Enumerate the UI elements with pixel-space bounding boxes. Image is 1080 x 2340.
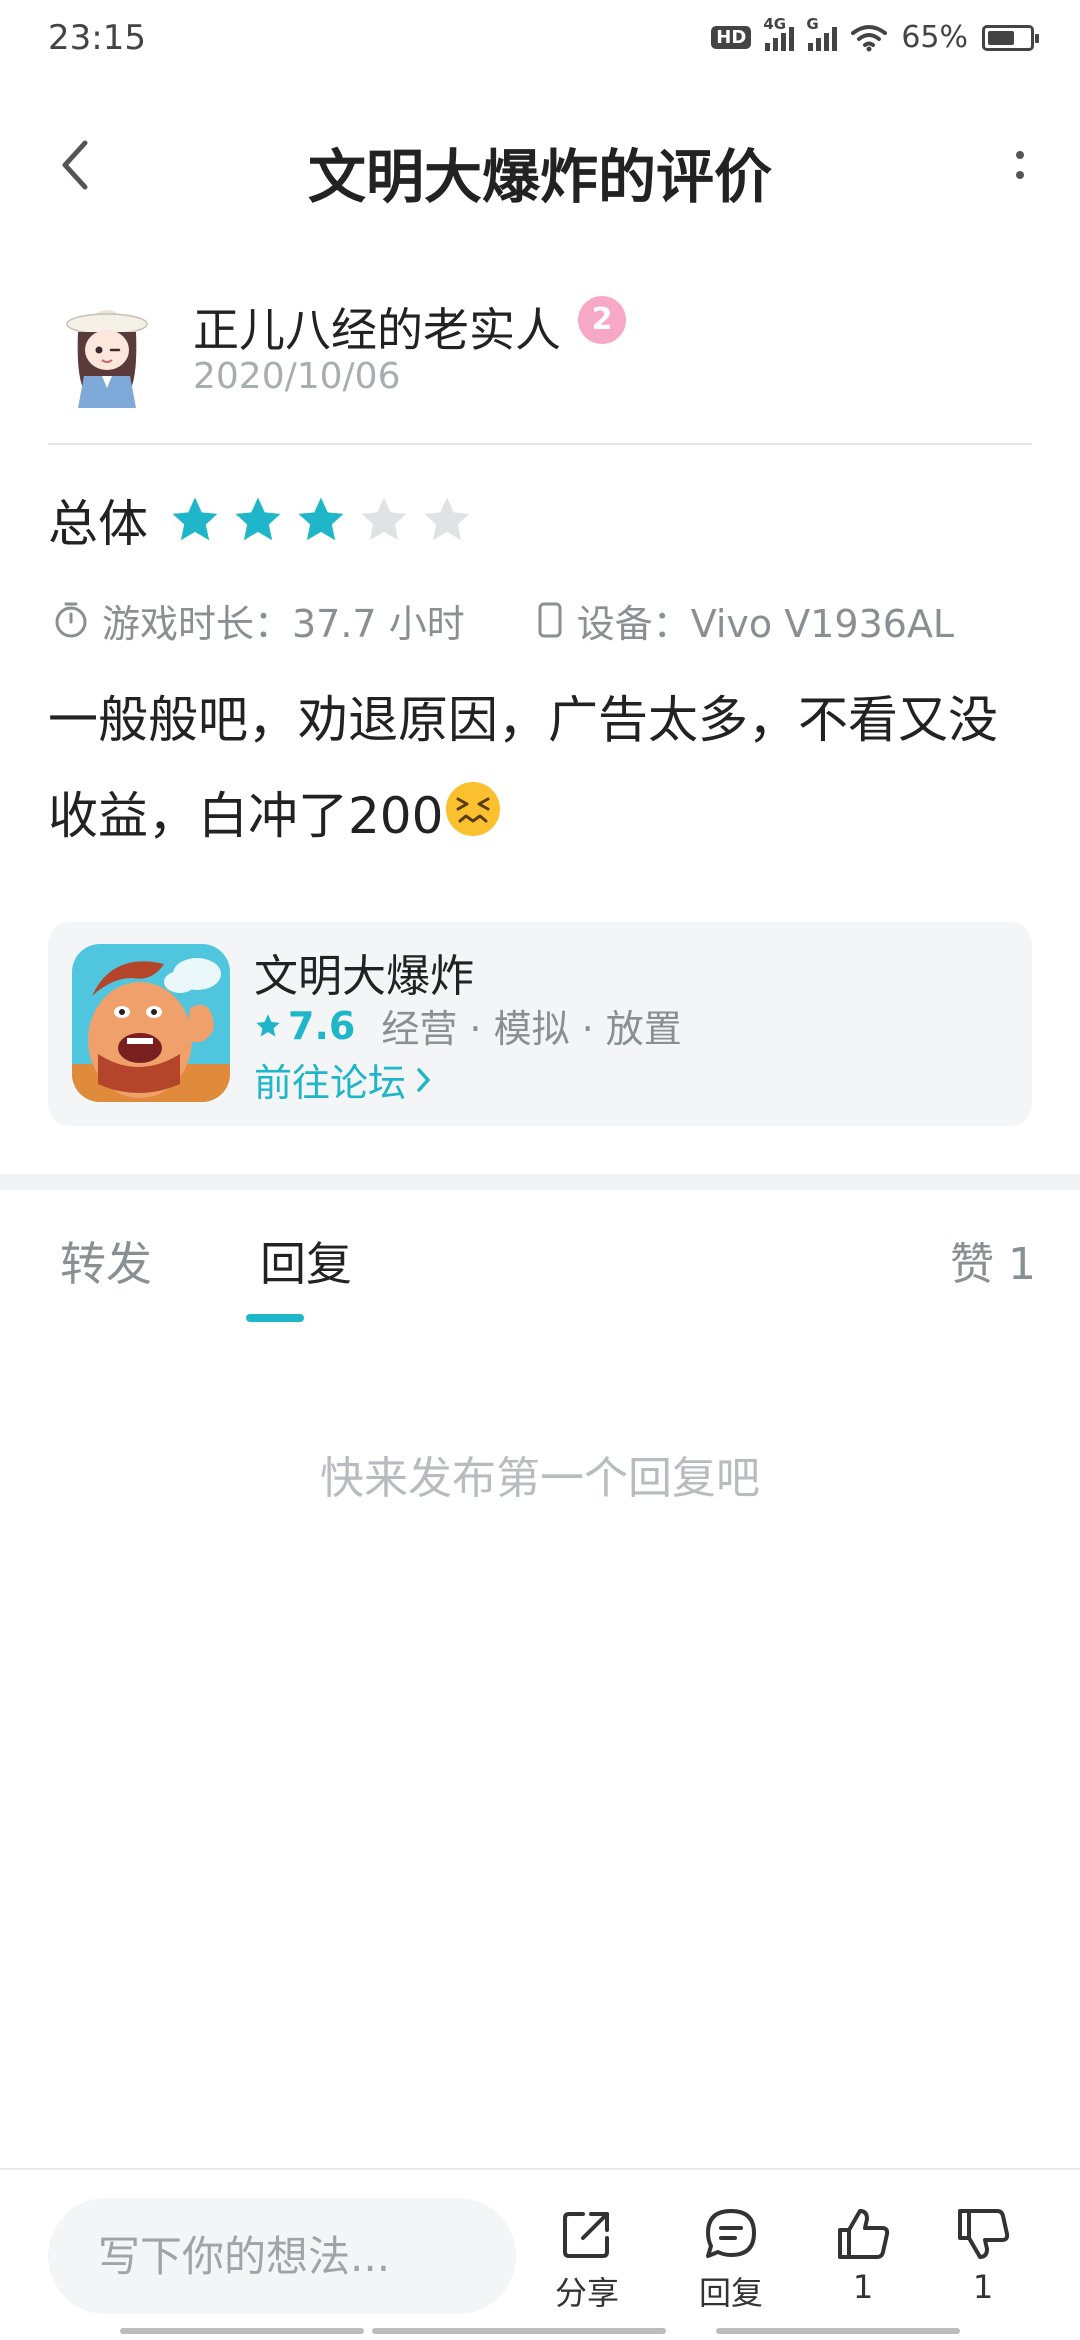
- phone-icon: [538, 602, 562, 638]
- game-card[interactable]: 文明大爆炸 7.6 经营 · 模拟 · 放置 前往论坛: [48, 922, 1032, 1126]
- back-button[interactable]: [40, 130, 110, 200]
- rating-row: 总体: [48, 485, 483, 555]
- game-name[interactable]: 文明大爆炸: [254, 940, 474, 1004]
- author-name[interactable]: 正儿八经的老实人: [193, 294, 561, 360]
- more-dot-icon: [1016, 151, 1024, 159]
- reply-button[interactable]: 回复: [676, 2206, 786, 2314]
- playtime-text: 游戏时长：37.7 小时: [102, 601, 465, 646]
- game-tags: 经营 · 模拟 · 放置: [381, 1007, 682, 1051]
- battery-percent: 65%: [901, 20, 968, 55]
- like-count: 1: [852, 2268, 874, 2306]
- wincing-face-icon: [446, 782, 501, 836]
- playtime-info: 游戏时长：37.7 小时: [54, 593, 465, 648]
- reply-label: 回复: [698, 2274, 763, 2312]
- game-score: 7.6: [288, 1003, 356, 1048]
- reply-tabs: 转发 回复 赞 1: [0, 1190, 1080, 1330]
- chevron-left-icon: [62, 140, 88, 190]
- more-dot-icon: [1016, 171, 1024, 179]
- share-icon: [563, 2212, 609, 2258]
- tab-likes[interactable]: 赞 1: [950, 1228, 1036, 1292]
- device-text: 设备：Vivo V1936AL: [576, 601, 955, 646]
- stopwatch-icon: [55, 602, 87, 638]
- review-author: 正儿八经的老实人 2 2020/10/06: [48, 290, 1038, 420]
- forum-link-label: 前往论坛: [254, 1061, 407, 1105]
- empty-replies-message: 快来发布第一个回复吧: [320, 1453, 760, 1504]
- review-body: 一般般吧，劝退原因，广告太多，不看又没收益，白冲了200: [48, 691, 998, 845]
- post-date: 2020/10/06: [193, 356, 401, 397]
- gesture-bar: [716, 2328, 960, 2334]
- device-info: 设备：Vivo V1936AL: [537, 593, 954, 648]
- bottom-action-bar: 分享 回复 1 1: [0, 2168, 1080, 2340]
- share-label: 分享: [554, 2274, 619, 2312]
- thumbs-down-icon: [958, 2209, 1010, 2259]
- gesture-bar: [372, 2328, 666, 2334]
- wifi-icon: [851, 24, 888, 51]
- avatar[interactable]: [62, 290, 152, 410]
- star-icon: [235, 497, 281, 541]
- game-icon[interactable]: [72, 944, 230, 1102]
- star-icon: [361, 497, 407, 541]
- signal-g-icon: G: [806, 15, 838, 51]
- forum-link[interactable]: 前往论坛: [254, 1052, 432, 1107]
- tab-repost[interactable]: 转发: [60, 1228, 152, 1294]
- level-badge: 2: [578, 296, 626, 344]
- review-text: 一般般吧，劝退原因，广告太多，不看又没收益，白冲了200: [48, 672, 1038, 864]
- tab-reply[interactable]: 回复: [260, 1228, 352, 1294]
- game-meta: 7.6 经营 · 模拟 · 放置: [254, 998, 682, 1053]
- dislike-button[interactable]: 1: [928, 2206, 1038, 2306]
- gesture-bar: [120, 2328, 364, 2334]
- star-icon: [256, 1013, 280, 1036]
- status-icons: HD 4G G 65%: [711, 15, 1039, 55]
- chevron-right-icon: [417, 1067, 430, 1092]
- signal-4g-icon: 4G: [763, 15, 795, 51]
- page-title: 文明大爆炸的评价: [307, 143, 772, 211]
- hd-icon: HD: [711, 26, 752, 49]
- share-button[interactable]: 分享: [532, 2206, 642, 2314]
- star-icon: [172, 497, 218, 541]
- more-options-button[interactable]: [990, 130, 1050, 200]
- star-icon: [424, 497, 470, 541]
- section-divider: [0, 1174, 1080, 1190]
- review-meta: 游戏时长：37.7 小时 设备：Vivo V1936AL: [54, 590, 954, 650]
- status-bar: 23:15 HD 4G G 65%: [0, 0, 1080, 84]
- status-time: 23:15: [48, 18, 146, 58]
- header: 文明大爆炸的评价: [0, 100, 1080, 230]
- divider: [48, 443, 1032, 445]
- rating-label: 总体: [48, 495, 148, 553]
- dislike-count: 1: [972, 2268, 994, 2306]
- active-tab-indicator: [246, 1314, 304, 1322]
- comment-icon: [706, 2209, 756, 2258]
- like-button[interactable]: 1: [808, 2206, 918, 2306]
- comment-input[interactable]: [48, 2198, 516, 2314]
- battery-icon: [982, 24, 1039, 51]
- thumbs-up-icon: [838, 2209, 890, 2259]
- star-icon: [298, 497, 344, 541]
- rating-stars: [168, 493, 483, 547]
